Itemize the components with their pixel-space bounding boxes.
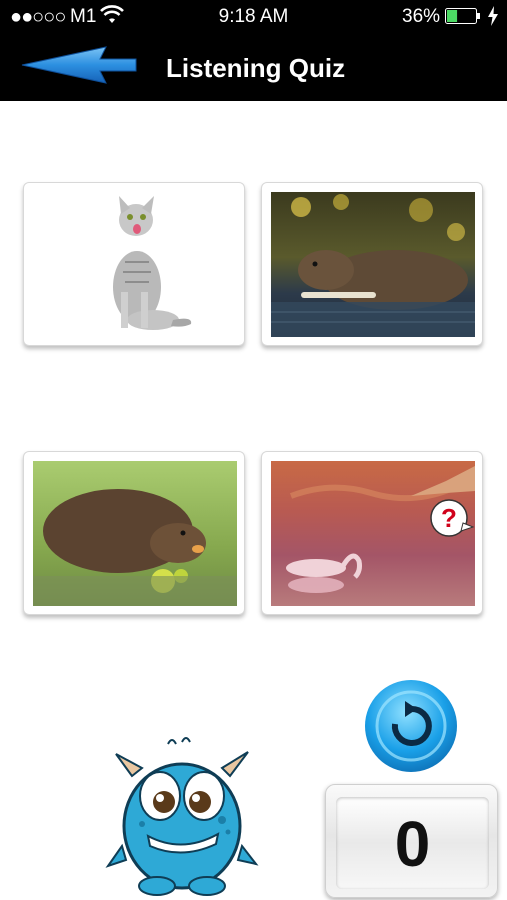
score-panel: 0: [336, 797, 489, 889]
answer-card-cat[interactable]: [23, 182, 245, 346]
answer-card-nutria[interactable]: [23, 451, 245, 615]
flamingo-question-image: ?: [271, 461, 475, 606]
cat-image: [33, 192, 237, 337]
svg-text:?: ?: [441, 503, 457, 533]
battery-icon: [445, 8, 480, 24]
beaver-image: [271, 192, 475, 337]
score-display: 0: [325, 784, 498, 898]
status-bar: ●●○○○ M1 9:18 AM 36%: [0, 0, 507, 34]
replay-button[interactable]: [364, 679, 458, 773]
page-title: Listening Quiz: [166, 53, 346, 83]
battery-percent: 36%: [402, 6, 441, 27]
answer-card-flamingo[interactable]: ?: [261, 451, 483, 615]
score-value: 0: [394, 808, 431, 880]
monster-mascot: [105, 737, 259, 896]
nutria-image: [33, 461, 237, 606]
answer-card-beaver[interactable]: [261, 182, 483, 346]
back-arrow-icon[interactable]: [20, 44, 140, 86]
charging-icon: [488, 6, 498, 26]
top-bar: ●●○○○ M1 9:18 AM 36% Listening Quiz: [0, 0, 507, 101]
